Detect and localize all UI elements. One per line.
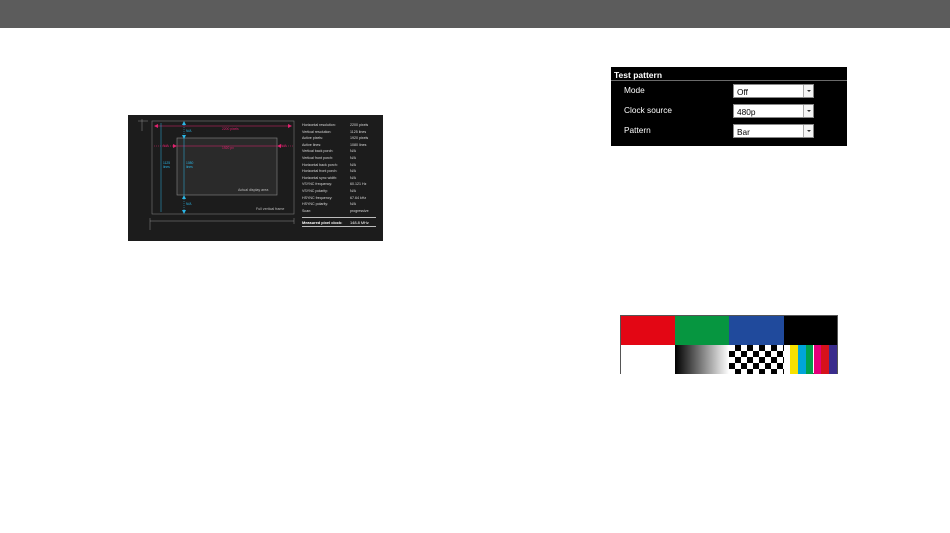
blue-bar — [729, 316, 784, 345]
clock-source-value: 480p — [737, 107, 756, 117]
v-active-label: 1080 lines — [186, 161, 194, 169]
parameter-label: Vertical front porch: — [302, 155, 333, 160]
mini-color-bar — [805, 345, 814, 374]
full-frame-label: Full vertical frame — [256, 207, 285, 211]
parameter-row: Vertical resolution: 1125 lines — [302, 129, 376, 136]
mini-color-bar — [790, 345, 798, 374]
parameter-row: HSYNC frequency: 67.64 kHz — [302, 195, 376, 202]
parameter-row: Scan: progressive — [302, 208, 376, 215]
parameter-value: 2200 pixels — [350, 123, 369, 127]
pattern-value: Bar — [737, 127, 750, 137]
parameter-value: progressive — [350, 208, 369, 213]
parameter-row: Active pixels: 1920 pixels — [302, 135, 376, 142]
parameter-label: Horizontal front porch: — [302, 169, 338, 174]
mini-color-bar — [797, 345, 806, 374]
pixel-clock-value: 148.8 MHz — [350, 220, 369, 226]
parameter-value: N/A — [350, 155, 356, 160]
mode-label: Mode — [624, 85, 645, 95]
h-back-porch-label: N/A — [163, 144, 169, 148]
mini-color-bar — [813, 345, 822, 374]
grayscale-gradient — [675, 345, 729, 374]
parameter-row: VSYNC polarity: N/A — [302, 188, 376, 195]
parameter-value: N/A — [350, 188, 356, 193]
mini-color-bar — [829, 345, 837, 374]
parameter-label: Scan: — [302, 208, 312, 213]
parameter-row: Horizontal front porch: N/A — [302, 168, 376, 175]
black-bar — [784, 316, 837, 345]
white-bar — [621, 345, 675, 374]
parameter-row: Vertical front porch: N/A — [302, 155, 376, 162]
parameter-label: VSYNC frequency: — [302, 182, 333, 187]
parameter-label: Horizontal sync width: — [302, 175, 337, 180]
v-front-porch-label: N/A — [186, 202, 192, 206]
pixel-clock-label: Measured pixel clock: — [302, 220, 343, 226]
test-pattern-panel: Test pattern Mode Off Clock source 480p … — [611, 67, 847, 146]
v-back-porch-label: N/A — [186, 129, 192, 133]
parameter-row: HSYNC polarity: N/A — [302, 201, 376, 208]
parameter-row: VSYNC frequency: 60.121 Hz — [302, 181, 376, 188]
parameter-label: Active lines: — [302, 142, 322, 147]
bar-pattern-image — [620, 315, 838, 374]
h-front-porch-label: N/A — [281, 144, 287, 148]
clock-source-label: Clock source — [624, 105, 672, 115]
v-total-label: 1125 lines — [163, 161, 171, 169]
green-bar — [675, 316, 729, 345]
active-area-label: Actual display area — [238, 188, 269, 192]
parameter-value: N/A — [350, 175, 356, 180]
title-divider — [611, 80, 847, 81]
parameter-value: N/A — [350, 169, 356, 174]
clock-source-select[interactable]: 480p — [733, 104, 814, 118]
parameter-value: 1920 pixels — [350, 136, 369, 141]
h-active-label: 1920 px — [222, 146, 234, 150]
parameter-value: 67.64 kHz — [350, 195, 367, 200]
mode-value: Off — [737, 87, 748, 97]
parameter-label: Horizontal back porch: — [302, 162, 338, 167]
test-pattern-title: Test pattern — [614, 70, 663, 80]
timing-diagram: 2200 pixels 1920 px 1125 lines 1080 lines … — [128, 115, 383, 241]
pattern-select[interactable]: Bar — [733, 124, 814, 138]
h-total-label: 2200 pixels — [222, 127, 239, 131]
measured-pixel-clock: Measured pixel clock: 148.8 MHz — [302, 217, 376, 228]
parameter-value: 1125 lines — [350, 129, 367, 134]
chevron-down-icon[interactable] — [803, 105, 813, 117]
parameter-value: N/A — [350, 149, 356, 154]
parameter-value: 1080 lines — [350, 142, 367, 147]
checkerboard-pattern — [729, 345, 784, 374]
chevron-down-icon[interactable] — [803, 85, 813, 97]
timing-parameters: Horizontal resolution: 2200 pixels Vertica… — [302, 122, 376, 228]
parameter-label: Active pixels: — [302, 136, 323, 141]
parameter-label: HSYNC polarity: — [302, 202, 329, 207]
mode-select[interactable]: Off — [733, 84, 814, 98]
parameter-row: Horizontal sync width: N/A — [302, 175, 376, 182]
parameter-row: Vertical back porch: N/A — [302, 148, 376, 155]
parameter-label: HSYNC frequency: — [302, 195, 333, 200]
parameter-value: 60.121 Hz — [350, 182, 367, 187]
parameter-row: Horizontal back porch: N/A — [302, 162, 376, 169]
parameter-label: Horizontal resolution: — [302, 123, 336, 127]
pattern-label: Pattern — [624, 125, 651, 135]
header-bar — [0, 0, 950, 28]
parameter-label: Vertical back porch: — [302, 149, 334, 154]
parameter-label: VSYNC polarity: — [302, 188, 328, 193]
chevron-down-icon[interactable] — [803, 125, 813, 137]
parameter-row: Horizontal resolution: 2200 pixels — [302, 122, 376, 129]
red-bar — [621, 316, 675, 345]
parameter-label: Vertical resolution: — [302, 129, 332, 134]
parameter-row: Active lines: 1080 lines — [302, 142, 376, 149]
parameter-value: N/A — [350, 202, 356, 207]
mini-color-bar — [821, 345, 830, 374]
parameter-list: Horizontal resolution: 2200 pixels Vertica… — [302, 122, 376, 214]
parameter-value: N/A — [350, 162, 356, 167]
